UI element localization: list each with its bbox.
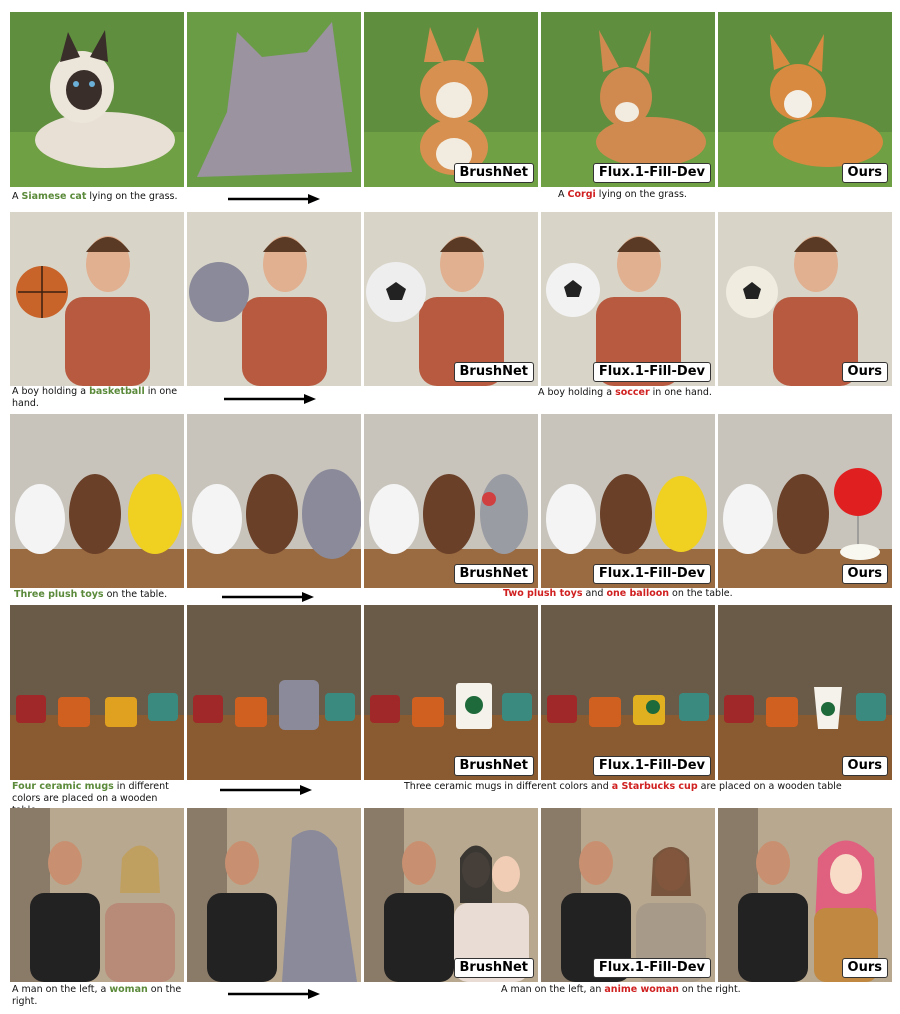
- row3-arrow: [222, 591, 314, 603]
- flux-label: Flux.1-Fill-Dev: [592, 958, 711, 978]
- row1-source-caption: A Siamese cat lying on the grass.: [12, 191, 178, 202]
- row3-ours-image: Ours: [718, 414, 892, 588]
- row5-ours-image: Ours: [718, 808, 892, 982]
- ours-label: Ours: [841, 756, 888, 776]
- row2-ours-image: Ours: [718, 212, 892, 386]
- brushnet-label: BrushNet: [453, 163, 534, 183]
- row5-masked-image: [187, 808, 361, 982]
- flux-label: Flux.1-Fill-Dev: [592, 564, 711, 584]
- row2-masked-image: [187, 212, 361, 386]
- row1-flux-image: Flux.1-Fill-Dev: [541, 12, 715, 187]
- row5-source-caption: A man on the left, a woman on the right.: [12, 984, 182, 1007]
- row3-flux-image: Flux.1-Fill-Dev: [541, 414, 715, 588]
- row1-target-caption: A Corgi lying on the grass.: [558, 189, 687, 200]
- row4-ours-image: Ours: [718, 605, 892, 780]
- row4-target-caption: Three ceramic mugs in different colors a…: [404, 781, 842, 792]
- row5-input-image: [10, 808, 184, 982]
- brushnet-label: BrushNet: [453, 756, 534, 776]
- brushnet-label: BrushNet: [453, 958, 534, 978]
- row3-input-image: [10, 414, 184, 588]
- row5-target-caption: A man on the left, an anime woman on the…: [501, 984, 741, 995]
- row4-masked-image: [187, 605, 361, 780]
- ours-label: Ours: [841, 958, 888, 978]
- row1-arrow: [228, 193, 320, 205]
- brushnet-label: BrushNet: [453, 362, 534, 382]
- row3-masked-image: [187, 414, 361, 588]
- row4-input-image: [10, 605, 184, 780]
- row4-flux-image: Flux.1-Fill-Dev: [541, 605, 715, 780]
- row3-source-caption: Three plush toys on the table.: [14, 589, 168, 600]
- row4-brushnet-image: BrushNet: [364, 605, 538, 780]
- row2-brushnet-image: BrushNet: [364, 212, 538, 386]
- row1-input-image: [10, 12, 184, 187]
- row1-masked-image: [187, 12, 361, 187]
- row1-ours-image: Ours: [718, 12, 892, 187]
- row3-brushnet-image: BrushNet: [364, 414, 538, 588]
- row5-brushnet-image: BrushNet: [364, 808, 538, 982]
- row1-brushnet-image: BrushNet: [364, 12, 538, 187]
- row2-arrow: [224, 393, 316, 405]
- flux-label: Flux.1-Fill-Dev: [592, 163, 711, 183]
- row3-target-caption: Two plush toys and one balloon on the ta…: [503, 588, 733, 599]
- row4-arrow: [220, 784, 312, 796]
- row2-flux-image: Flux.1-Fill-Dev: [541, 212, 715, 386]
- flux-label: Flux.1-Fill-Dev: [592, 756, 711, 776]
- ours-label: Ours: [841, 362, 888, 382]
- row2-target-caption: A boy holding a soccer in one hand.: [538, 387, 712, 398]
- ours-label: Ours: [841, 163, 888, 183]
- flux-label: Flux.1-Fill-Dev: [592, 362, 711, 382]
- row2-source-caption: A boy holding a basketball in one hand.: [12, 386, 178, 409]
- row5-arrow: [228, 988, 320, 1000]
- ours-label: Ours: [841, 564, 888, 584]
- row2-input-image: [10, 212, 184, 386]
- row5-flux-image: Flux.1-Fill-Dev: [541, 808, 715, 982]
- brushnet-label: BrushNet: [453, 564, 534, 584]
